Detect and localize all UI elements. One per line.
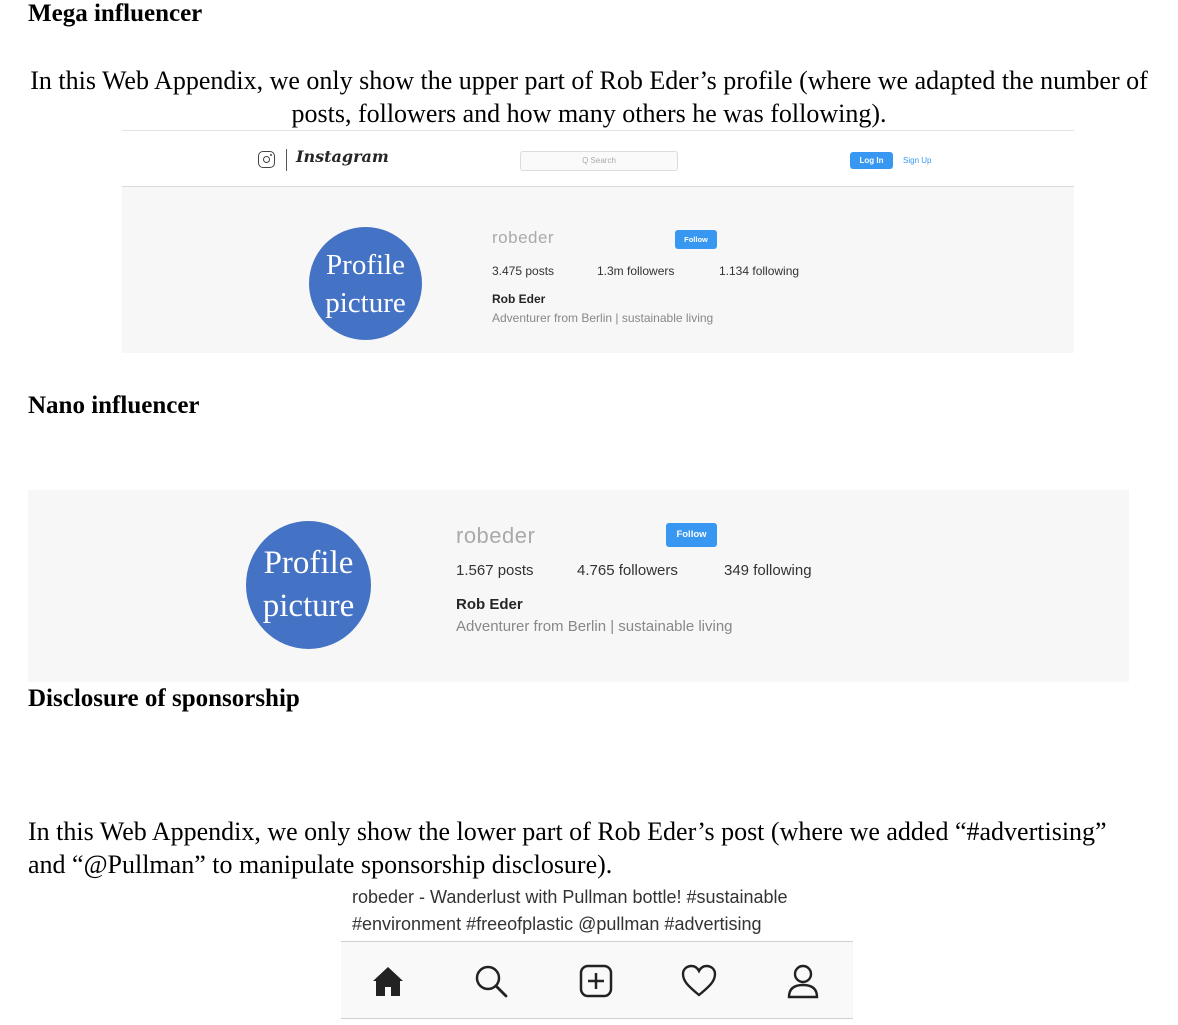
following-count[interactable]: 1.134 following (719, 264, 799, 278)
disclosure-heading: Disclosure of sponsorship (28, 685, 300, 712)
signup-link[interactable]: Sign Up (903, 152, 931, 169)
search-input[interactable]: Q Search (520, 151, 678, 171)
follow-button[interactable]: Follow (666, 523, 717, 547)
nano-influencer-heading: Nano influencer (28, 392, 200, 419)
avatar-label-line2: picture (262, 588, 355, 624)
disclosure-description: In this Web Appendix, we only show the l… (28, 817, 1107, 879)
profile-bio: Adventurer from Berlin | sustainable liv… (492, 311, 714, 325)
navbar-divider (286, 149, 287, 171)
mega-description: In this Web Appendix, we only show the u… (30, 66, 1148, 128)
instagram-bottom-bar (341, 941, 853, 1019)
instagram-wordmark[interactable]: Instagram (296, 147, 389, 166)
caption-line-2: #environment #freeofplastic @pullman #ad… (352, 914, 762, 934)
nano-profile-screenshot: Profile picture robeder Follow 1.567 pos… (28, 490, 1129, 682)
mega-influencer-heading: Mega influencer (28, 0, 203, 27)
follow-button[interactable]: Follow (675, 230, 717, 249)
posts-count[interactable]: 3.475 posts (492, 264, 554, 278)
heart-icon[interactable] (680, 962, 718, 1000)
login-button[interactable]: Log In (850, 152, 893, 169)
add-post-icon[interactable] (577, 962, 615, 1000)
instagram-navbar: Instagram Q Search Log In Sign Up (122, 130, 1074, 187)
profile-full-name: Rob Eder (456, 596, 523, 613)
profile-icon[interactable] (784, 962, 822, 1000)
post-caption: robeder - Wanderlust with Pullman bottle… (352, 884, 788, 938)
search-icon[interactable] (472, 962, 510, 1000)
avatar: Profile picture (246, 521, 371, 649)
mega-profile-screenshot: Instagram Q Search Log In Sign Up Profil… (122, 130, 1074, 353)
profile-bio: Adventurer from Berlin | sustainable liv… (456, 618, 733, 635)
following-count[interactable]: 349 following (724, 562, 812, 579)
instagram-camera-icon[interactable] (258, 151, 275, 168)
home-icon[interactable] (369, 962, 407, 1000)
avatar: Profile picture (309, 227, 422, 340)
avatar-label-line1: Profile (326, 248, 405, 281)
avatar-label-line1: Profile (263, 545, 354, 581)
avatar-label-line2: picture (325, 286, 406, 319)
followers-count[interactable]: 1.3m followers (597, 264, 674, 278)
posts-count[interactable]: 1.567 posts (456, 562, 534, 579)
profile-username: robeder (456, 523, 536, 548)
caption-line-1: robeder - Wanderlust with Pullman bottle… (352, 887, 788, 907)
profile-full-name: Rob Eder (492, 292, 546, 306)
followers-count[interactable]: 4.765 followers (577, 562, 678, 579)
profile-username: robeder (492, 228, 555, 247)
